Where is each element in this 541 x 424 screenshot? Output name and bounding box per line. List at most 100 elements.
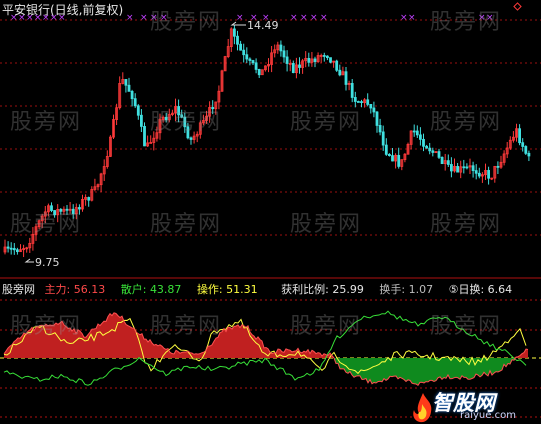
candle-body: [369, 104, 373, 109]
retail-value: 43.87: [149, 283, 182, 296]
candle-body: [239, 43, 243, 51]
watermark: 股旁网: [430, 10, 503, 35]
candle-body: [139, 114, 143, 127]
candle-body: [329, 57, 332, 63]
candle-body: [248, 58, 252, 61]
candle-body: [477, 172, 481, 177]
candle-body: [437, 151, 441, 158]
candle-body: [127, 84, 131, 92]
candle-body: [378, 125, 382, 133]
retail-label: 散户:: [120, 283, 147, 296]
candle-body: [375, 111, 379, 126]
candle-body: [251, 60, 255, 64]
candle-body: [143, 126, 146, 147]
watermark: 股旁网: [150, 212, 223, 237]
turnover5-label: ⑤日换:: [448, 283, 485, 296]
watermark: 股旁网: [10, 212, 83, 237]
turnover-value: 1.07: [408, 283, 434, 296]
signal-marker: ×: [310, 13, 318, 23]
candle-body: [518, 128, 521, 144]
candle-body: [384, 144, 388, 155]
candle-body: [381, 131, 385, 146]
candle-body: [12, 248, 16, 251]
candle-body: [242, 49, 246, 56]
watermark: 股旁网: [150, 110, 223, 135]
candle-body: [257, 69, 261, 76]
candle-body: [124, 79, 128, 86]
candle-body: [338, 69, 342, 76]
candle-body: [325, 55, 329, 59]
signal-marker: [513, 2, 522, 11]
signal-marker: ×: [290, 13, 298, 23]
candle-body: [298, 64, 301, 68]
signal-marker: ×: [236, 13, 244, 23]
candle-body: [344, 71, 348, 85]
candle-body: [428, 147, 432, 152]
signal-marker: ×: [400, 13, 408, 23]
candle-body: [9, 247, 13, 250]
candle-body: [487, 170, 491, 179]
signal-marker: ×: [140, 13, 148, 23]
price-low-label: 9.75: [35, 256, 60, 269]
candle-body: [350, 83, 354, 98]
candle-body: [465, 166, 469, 169]
candle-body: [130, 90, 134, 100]
profit-label: 获利比例:: [281, 283, 329, 296]
candle-body: [356, 101, 360, 103]
profit-value: 25.99: [332, 283, 364, 296]
watermark: 股旁网: [10, 314, 83, 339]
profit-readout: 获利比例: 25.99: [281, 283, 370, 296]
watermark: 股旁网: [290, 314, 363, 339]
candle-body: [422, 138, 425, 147]
candle-body: [313, 58, 317, 63]
operate-value: 51.31: [226, 283, 258, 296]
site-logo[interactable]: 智股网 raiyue.com: [410, 388, 540, 424]
candle-body: [397, 154, 401, 167]
candle-body: [474, 170, 478, 174]
candle-body: [136, 105, 140, 116]
candle-body: [521, 142, 525, 147]
turnover5-readout: ⑤日换: 6.64: [449, 283, 519, 296]
indicator-name: 股旁网: [2, 283, 35, 296]
low-pointer: [24, 258, 34, 263]
candle-body: [425, 145, 429, 149]
candle-body: [387, 153, 391, 156]
main-force-label: 主力:: [44, 283, 71, 296]
price-high-label: 14.49: [247, 19, 279, 32]
indicator-header: 股旁网 主力: 56.13 散户: 43.87 操作: 51.31 获利比例: …: [2, 281, 524, 297]
candle-body: [527, 152, 531, 157]
candle-body: [415, 130, 419, 136]
watermark: 股旁网: [150, 314, 223, 339]
candle-body: [366, 99, 370, 105]
watermark: 股旁网: [430, 110, 503, 135]
operate-readout: 操作: 51.31: [197, 283, 264, 296]
candle-body: [15, 249, 19, 253]
candle-body: [322, 55, 326, 57]
chart-title: 平安银行(日线,前复权): [2, 3, 124, 17]
signal-marker: ×: [320, 13, 328, 23]
candle-body: [431, 150, 435, 153]
candle-body: [462, 166, 466, 169]
candle-body: [360, 101, 363, 104]
candle-body: [245, 54, 249, 60]
watermark: 股旁网: [290, 110, 363, 135]
candle-body: [372, 107, 376, 113]
candle-body: [440, 156, 444, 165]
turnover-label: 换手:: [379, 283, 406, 296]
candle-body: [353, 97, 357, 102]
candle-body: [496, 165, 500, 168]
signal-marker: ×: [126, 13, 134, 23]
candle-body: [232, 28, 236, 37]
candle-body: [335, 60, 339, 71]
operate-label: 操作:: [196, 283, 223, 296]
logo-url: raiyue.com: [460, 410, 516, 421]
retail-readout: 散户: 43.87: [121, 283, 188, 296]
watermark: 股旁网: [430, 314, 503, 339]
turnover-readout: 换手: 1.07: [379, 283, 439, 296]
candle-body: [446, 160, 450, 165]
candle-body: [291, 63, 295, 74]
watermark: 股旁网: [10, 110, 83, 135]
turnover5-value: 6.64: [487, 283, 513, 296]
candle-body: [285, 56, 289, 64]
candle-body: [133, 98, 137, 107]
